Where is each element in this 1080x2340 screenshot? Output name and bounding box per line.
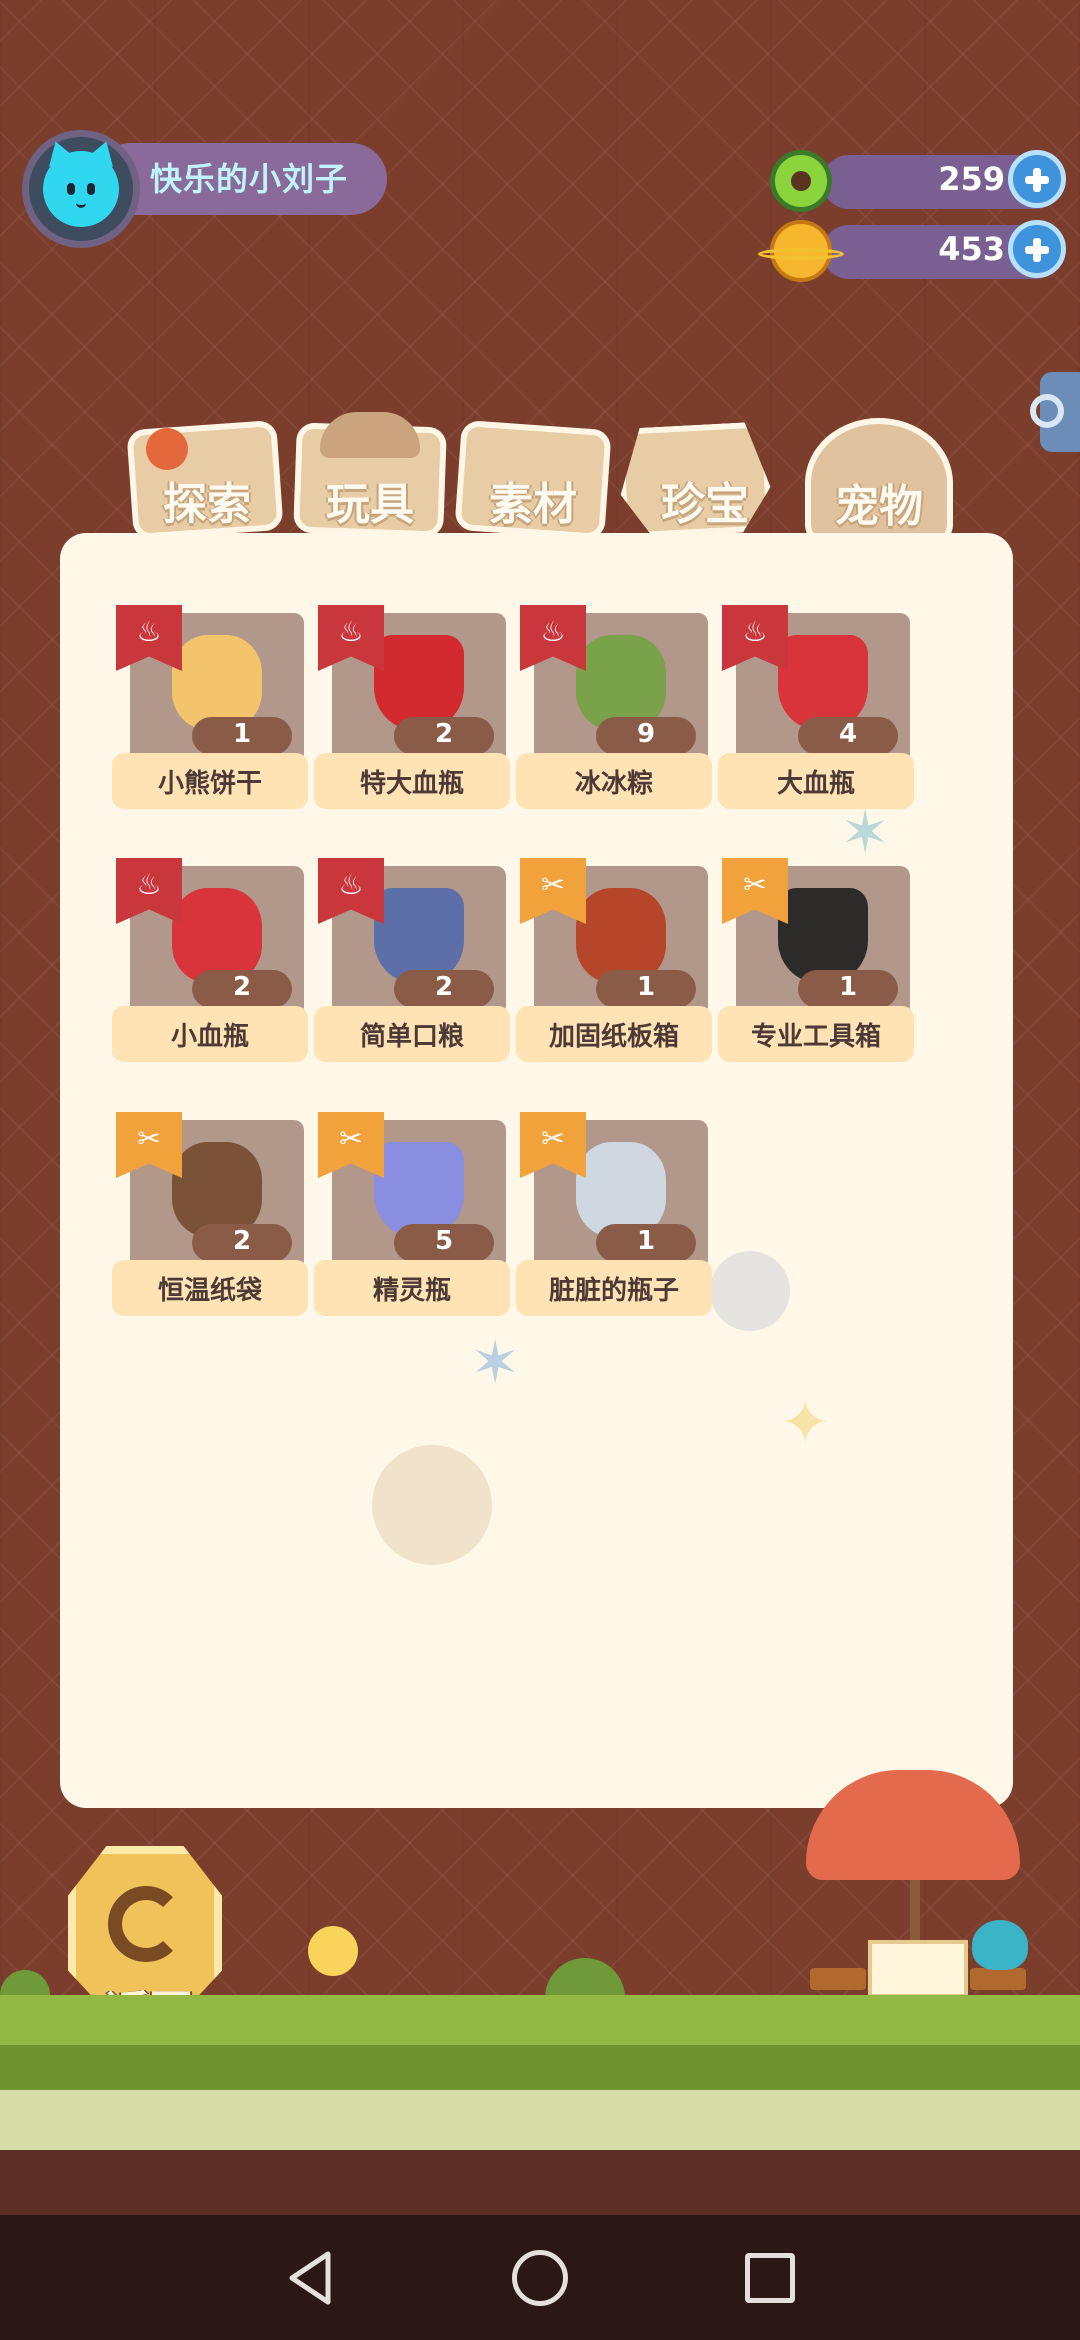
item-card[interactable]: ♨ 9 冰冰粽 bbox=[516, 605, 716, 825]
planet-coin-icon bbox=[758, 220, 844, 282]
add-donut-coin-button[interactable] bbox=[1008, 150, 1066, 208]
item-card[interactable]: ✂ 5 精灵瓶 bbox=[314, 1112, 514, 1332]
nav-back-icon[interactable] bbox=[280, 2246, 344, 2310]
tab-treasure-label: 珍宝 bbox=[661, 479, 749, 530]
food-bowl-icon: ♨ bbox=[722, 605, 788, 675]
profile-name: 快乐的小刘子 bbox=[150, 160, 349, 198]
sleeping-pet-icon bbox=[972, 1920, 1028, 1970]
item-name: 脏脏的瓶子 bbox=[548, 1276, 679, 1306]
item-count: 2 bbox=[434, 972, 454, 1002]
avatar[interactable] bbox=[22, 130, 140, 248]
item-count: 1 bbox=[232, 719, 252, 749]
item-card[interactable]: ✂ 2 恒温纸袋 bbox=[112, 1112, 312, 1332]
item-image-icon bbox=[172, 888, 262, 983]
item-name: 小血瓶 bbox=[170, 1022, 249, 1052]
item-count: 2 bbox=[232, 972, 252, 1002]
star-decoration-icon: ✶ bbox=[470, 1328, 521, 1398]
sparkle-decoration-icon: ✦ bbox=[780, 1388, 831, 1458]
net-icon: ✂ bbox=[520, 858, 586, 928]
bench-decoration bbox=[970, 1968, 1026, 1990]
item-image-icon bbox=[172, 1142, 262, 1237]
food-bowl-icon: ♨ bbox=[116, 605, 182, 675]
table-decoration bbox=[868, 1940, 968, 1998]
planet-coin-value: 453 bbox=[938, 230, 1005, 268]
nav-recent-apps-icon[interactable] bbox=[745, 2253, 795, 2303]
map-pin-icon bbox=[146, 428, 188, 470]
toy-icon bbox=[320, 412, 420, 458]
item-count: 9 bbox=[636, 719, 656, 749]
food-bowl-icon: ♨ bbox=[318, 605, 384, 675]
side-tool-icon[interactable] bbox=[1030, 372, 1080, 452]
item-count: 1 bbox=[838, 972, 858, 1002]
tab-materials-label: 素材 bbox=[489, 479, 577, 530]
item-name: 简单口粮 bbox=[359, 1022, 464, 1052]
item-count: 4 bbox=[838, 719, 858, 749]
item-name: 大血瓶 bbox=[776, 769, 855, 799]
food-bowl-icon: ♨ bbox=[520, 605, 586, 675]
food-bowl-icon: ♨ bbox=[318, 858, 384, 928]
item-count: 2 bbox=[232, 1226, 252, 1256]
item-name: 加固纸板箱 bbox=[548, 1022, 679, 1052]
planet-decoration-icon bbox=[372, 1445, 492, 1565]
back-arrow-icon bbox=[108, 1886, 184, 1962]
grass-ground-dark bbox=[0, 2045, 1080, 2095]
item-name: 特大血瓶 bbox=[359, 769, 464, 799]
add-planet-coin-button[interactable] bbox=[1008, 220, 1066, 278]
item-image-icon bbox=[778, 888, 868, 983]
item-image-icon bbox=[374, 888, 464, 983]
planet-decoration-icon bbox=[710, 1251, 790, 1331]
soil-dark bbox=[0, 2150, 1080, 2220]
soil-light bbox=[0, 2090, 1080, 2150]
item-image-icon bbox=[778, 635, 868, 730]
net-icon: ✂ bbox=[116, 1112, 182, 1182]
item-card[interactable]: ♨ 1 小熊饼干 bbox=[112, 605, 312, 825]
item-card[interactable]: ♨ 4 大血瓶 bbox=[718, 605, 918, 825]
item-card[interactable]: ✂ 1 加固纸板箱 bbox=[516, 858, 716, 1078]
tab-explore-label: 探索 bbox=[163, 479, 251, 530]
item-name: 专业工具箱 bbox=[750, 1022, 881, 1052]
item-image-icon bbox=[172, 635, 262, 730]
item-name: 冰冰粽 bbox=[574, 769, 653, 799]
item-image-icon bbox=[374, 1142, 464, 1237]
item-card[interactable]: ✂ 1 脏脏的瓶子 bbox=[516, 1112, 716, 1332]
nav-home-icon[interactable] bbox=[512, 2250, 568, 2306]
item-name: 精灵瓶 bbox=[372, 1276, 451, 1306]
item-card[interactable]: ♨ 2 特大血瓶 bbox=[314, 605, 514, 825]
item-count: 1 bbox=[636, 1226, 656, 1256]
net-icon: ✂ bbox=[722, 858, 788, 928]
item-image-icon bbox=[576, 888, 666, 983]
cat-avatar-icon bbox=[43, 151, 119, 227]
item-card[interactable]: ♨ 2 小血瓶 bbox=[112, 858, 312, 1078]
net-icon: ✂ bbox=[520, 1112, 586, 1182]
item-count: 1 bbox=[636, 972, 656, 1002]
item-card[interactable]: ♨ 2 简单口粮 bbox=[314, 858, 514, 1078]
item-image-icon bbox=[576, 1142, 666, 1237]
item-image-icon bbox=[374, 635, 464, 730]
donut-coin-icon bbox=[770, 150, 832, 212]
item-image-icon bbox=[576, 635, 666, 730]
food-bowl-icon: ♨ bbox=[116, 858, 182, 928]
donut-coin-value: 259 bbox=[938, 160, 1005, 198]
item-name: 小熊饼干 bbox=[157, 769, 262, 799]
net-icon: ✂ bbox=[318, 1112, 384, 1182]
chick-decoration-icon bbox=[308, 1926, 358, 1976]
item-name: 恒温纸袋 bbox=[157, 1276, 262, 1306]
item-count: 2 bbox=[434, 719, 454, 749]
item-card[interactable]: ✂ 1 专业工具箱 bbox=[718, 858, 918, 1078]
bench-decoration bbox=[810, 1968, 866, 1990]
tab-pets-label: 宠物 bbox=[835, 481, 923, 532]
tab-toys-label: 玩具 bbox=[326, 479, 414, 530]
item-count: 5 bbox=[434, 1226, 454, 1256]
